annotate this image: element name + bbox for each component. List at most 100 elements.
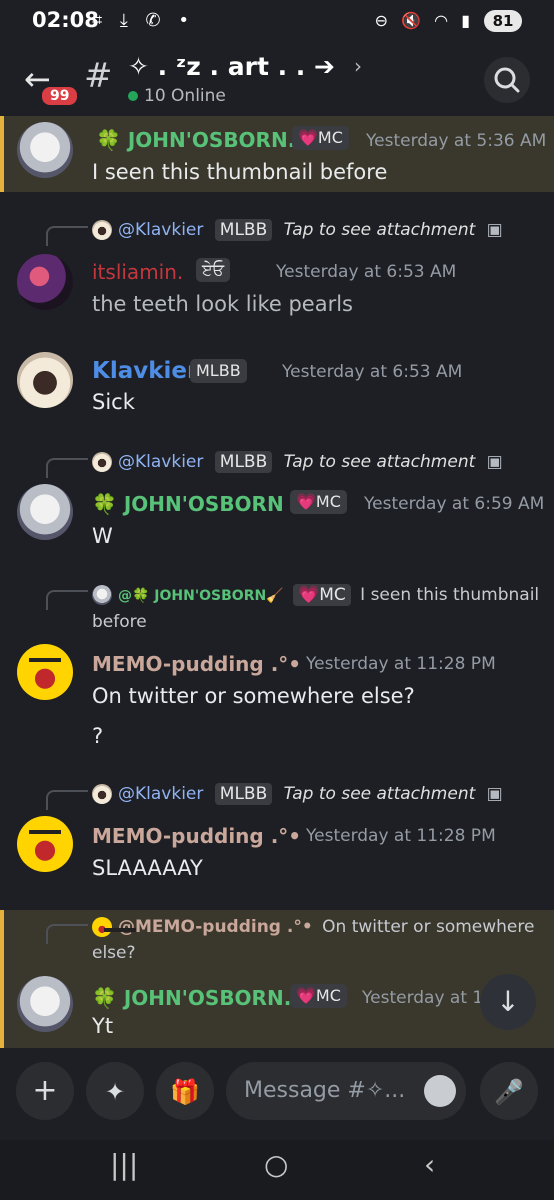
reply-tag: MLBB xyxy=(214,219,273,241)
author-name[interactable]: 🍀 JOHN'OSBORN... xyxy=(92,986,307,1010)
search-button[interactable] xyxy=(484,57,530,103)
reply-user: @Klavkier xyxy=(118,220,204,240)
message-text: W xyxy=(92,524,113,548)
emoji-icon[interactable] xyxy=(424,1075,456,1107)
avatar[interactable] xyxy=(17,816,73,872)
role-tag: 💗MC xyxy=(290,490,347,514)
timestamp: Yesterday at 11:28 PM xyxy=(306,826,496,846)
message-item[interactable]: 🍀 JOHN'OSBORN... 💗MC Yesterday at 5:36 A… xyxy=(0,116,554,192)
author-name[interactable]: 🍀 JOHN'OSBORN... xyxy=(96,128,311,152)
role-tag: 💗MC xyxy=(292,126,349,150)
reply-preview[interactable]: @MEMO-pudding .°• On twitter or somewher… xyxy=(92,914,542,966)
avatar xyxy=(92,585,112,605)
avatar[interactable] xyxy=(17,484,73,540)
online-dot xyxy=(128,91,138,101)
message-placeholder: Message #✧... xyxy=(244,1078,406,1103)
reply-connector xyxy=(46,590,88,610)
avatar xyxy=(92,784,112,804)
reply-preview[interactable]: @Klavkier MLBB Tap to see attachment ▣ xyxy=(92,783,503,805)
gift-icon: 🎁 xyxy=(170,1078,200,1106)
android-nav-bar: ||| ○ ‹ xyxy=(0,1140,554,1200)
reply-tag: MLBB xyxy=(214,783,273,805)
notification-icons: ⌗ ⤓ ✆ • xyxy=(92,10,195,31)
apps-button[interactable]: ✦ xyxy=(86,1062,144,1120)
unread-badge: 99 xyxy=(39,84,81,108)
avatar[interactable] xyxy=(17,254,73,310)
message-item[interactable]: Klavkier MLBB Yesterday at 6:53 AM Sick xyxy=(0,346,554,426)
search-icon xyxy=(494,67,520,93)
message-text: Yt xyxy=(92,1014,114,1038)
system-icons: ⊖ 🔇 ◠ ▮ xyxy=(374,11,474,30)
reply-text: Tap to see attachment xyxy=(283,452,476,472)
reply-text: Tap to see attachment xyxy=(283,220,476,240)
channel-name[interactable]: ✧ . ᶻz . art . . ➔ xyxy=(128,52,335,81)
chevron-right-icon[interactable]: › xyxy=(354,54,362,78)
online-label: 10 Online xyxy=(144,86,226,106)
reply-connector xyxy=(46,458,88,478)
plus-icon: + xyxy=(32,1073,58,1108)
avatar[interactable] xyxy=(17,976,73,1032)
arrow-down-icon: ↓ xyxy=(496,985,520,1018)
avatar[interactable] xyxy=(17,644,73,700)
author-name[interactable]: itsliamin. xyxy=(92,260,183,284)
status-bar: 02:08 ⌗ ⤓ ✆ • ⊖ 🔇 ◠ ▮ 81 xyxy=(0,0,554,44)
avatar[interactable] xyxy=(17,122,73,178)
timestamp: Yesterday at 6:53 AM xyxy=(276,262,457,282)
reply-connector xyxy=(46,790,88,810)
author-name[interactable]: Klavkier xyxy=(92,358,198,384)
message-item[interactable]: @Klavkier MLBB Tap to see attachment ▣ i… xyxy=(0,214,554,322)
message-list[interactable]: 🍀 JOHN'OSBORN... 💗MC Yesterday at 5:36 A… xyxy=(0,116,554,1050)
hash-icon: # xyxy=(84,56,113,96)
message-item[interactable]: @Klavkier MLBB Tap to see attachment ▣ M… xyxy=(0,778,554,888)
microphone-icon: 🎤 xyxy=(494,1078,524,1106)
author-name[interactable]: MEMO-pudding .°• xyxy=(92,652,301,676)
reply-preview[interactable]: @Klavkier MLBB Tap to see attachment ▣ xyxy=(92,451,503,473)
reply-user: @Klavkier xyxy=(118,784,204,804)
avatar xyxy=(92,452,112,472)
author-name[interactable]: 🍀 JOHN'OSBORN ... xyxy=(92,492,313,516)
role-tag: ਏਓ xyxy=(196,258,231,282)
image-icon: ▣ xyxy=(486,220,503,240)
image-icon: ▣ xyxy=(486,452,503,472)
reply-user: @🍀 JOHN'OSBORN🧹 xyxy=(118,588,284,604)
reply-user: @Klavkier xyxy=(118,452,204,472)
gift-button[interactable]: 🎁 xyxy=(156,1062,214,1120)
author-name[interactable]: MEMO-pudding .°• xyxy=(92,824,301,848)
message-text: the teeth look like pearls xyxy=(92,292,354,316)
timestamp: Yesterday at 11 xyxy=(362,988,495,1008)
image-icon: ▣ xyxy=(486,784,503,804)
timestamp: Yesterday at 6:59 AM xyxy=(364,494,545,514)
timestamp: Yesterday at 5:36 AM xyxy=(366,131,547,151)
reply-text: Tap to see attachment xyxy=(283,784,476,804)
message-text: Sick xyxy=(92,390,135,414)
reply-preview[interactable]: @Klavkier MLBB Tap to see attachment ▣ xyxy=(92,219,503,241)
reply-preview[interactable]: @🍀 JOHN'OSBORN🧹 💗MC I seen this thumbnai… xyxy=(92,582,542,635)
channel-header: ← 99 # ✧ . ᶻz . art . . ➔ › 10 Online xyxy=(0,44,554,116)
avatar xyxy=(92,220,112,240)
message-text: ? xyxy=(92,724,104,748)
message-item[interactable]: @🍀 JOHN'OSBORN🧹 💗MC I seen this thumbnai… xyxy=(0,578,554,758)
avatar[interactable] xyxy=(17,352,73,408)
mic-button[interactable]: 🎤 xyxy=(480,1062,538,1120)
timestamp: Yesterday at 11:28 PM xyxy=(306,654,496,674)
scroll-down-button[interactable]: ↓ xyxy=(480,974,536,1030)
role-tag: 💗MC xyxy=(290,984,347,1008)
role-tag: MLBB xyxy=(190,359,247,383)
back-nav-icon[interactable]: ‹ xyxy=(424,1148,435,1181)
message-input[interactable]: Message #✧... xyxy=(226,1062,466,1120)
battery-indicator: 81 xyxy=(484,10,522,32)
online-count: 10 Online xyxy=(128,86,226,106)
status-time: 02:08 xyxy=(32,8,99,32)
avatar xyxy=(92,917,112,937)
add-button[interactable]: + xyxy=(16,1062,74,1120)
composer-bar: + ✦ 🎁 Message #✧... 🎤 xyxy=(0,1050,554,1140)
timestamp: Yesterday at 6:53 AM xyxy=(282,362,463,382)
recent-apps-icon[interactable]: ||| xyxy=(110,1148,138,1181)
message-text: On twitter or somewhere else? xyxy=(92,684,415,708)
message-item[interactable]: @MEMO-pudding .°• On twitter or somewher… xyxy=(0,910,554,1048)
home-icon[interactable]: ○ xyxy=(264,1148,288,1181)
reply-user: @MEMO-pudding .°• xyxy=(118,917,313,937)
apps-icon: ✦ xyxy=(104,1078,126,1106)
reply-tag: MLBB xyxy=(214,451,273,473)
message-item[interactable]: @Klavkier MLBB Tap to see attachment ▣ 🍀… xyxy=(0,446,554,556)
